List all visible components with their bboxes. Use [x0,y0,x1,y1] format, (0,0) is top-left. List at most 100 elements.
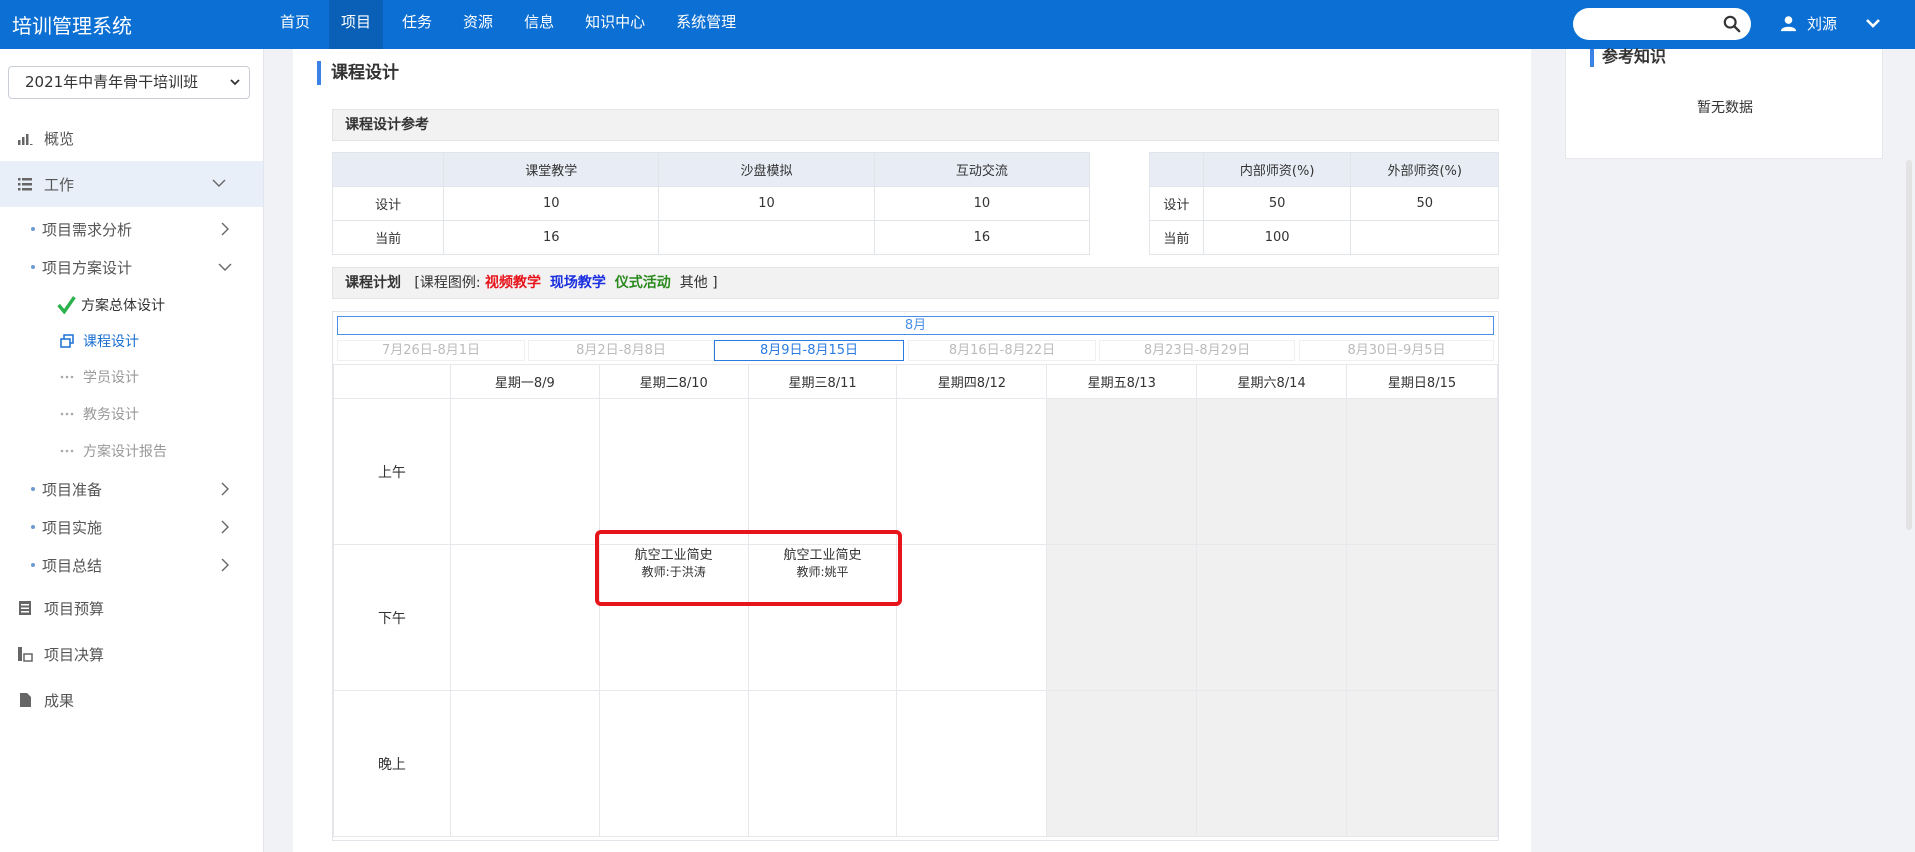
table-cell: 10 [873,186,1091,221]
class-select[interactable]: 2021年中青年骨干培训班 [8,66,250,99]
schedule-cell[interactable] [747,690,898,837]
schedule-cell[interactable] [598,398,749,545]
check-icon [57,296,76,314]
copy-icon [60,334,74,348]
nav-home[interactable]: 首页 [268,0,322,49]
sidebar-item-overview[interactable]: 概览 [0,115,263,161]
plan-section-header: 课程计划 [课程图例: 视频教学 现场教学 仪式活动 其他 ] [332,267,1499,299]
table-cell: 100 [1202,220,1352,255]
day-header: 星期六8/14 [1196,364,1348,399]
schedule-cell[interactable] [449,690,600,837]
ellipsis-icon [60,412,74,416]
schedule-row-evening: 晚上 [333,690,1498,837]
nav-info[interactable]: 信息 [512,0,566,49]
bullet-dot [31,227,35,231]
table-cell: 10 [443,186,660,221]
teacher-ratio-table: 内部师资(%) 外部师资(%) 设计 50 50 当前 100 [1149,152,1499,255]
ellipsis-icon [60,375,74,379]
sidebar-leaf-course[interactable]: 课程设计 [59,327,139,355]
sidebar-item-final[interactable]: 项目决算 [0,631,263,677]
schedule-cell[interactable] [747,398,898,545]
nav-system[interactable]: 系统管理 [664,0,748,49]
table-row: 设计 50 50 [1149,186,1499,221]
sidebar: 2021年中青年骨干培训班 概览 工作 项目需求分析 项目方案设计 方案总体设计… [0,49,264,852]
bullet-dot [31,265,35,269]
sidebar-item-prepare[interactable]: 项目准备 [31,473,231,505]
sidebar-leaf-report[interactable]: 方案设计报告 [59,437,167,465]
bar-chart-icon [18,134,33,145]
sidebar-item-summary[interactable]: 项目总结 [31,549,231,581]
schedule-cell-disabled [1346,690,1498,837]
sidebar-item-budget[interactable]: 项目预算 [0,585,263,631]
chevron-down-icon[interactable] [1865,15,1881,31]
sidebar-item-work[interactable]: 工作 [0,161,263,207]
search-icon[interactable] [1723,15,1741,33]
table-row: 当前 16 16 [331,220,1091,255]
class-select-value: 2021年中青年骨干培训班 [25,73,199,91]
sidebar-item-result[interactable]: 成果 [0,677,263,723]
course-schedule: 8月 7月26日-8月1日 8月2日-8月8日 8月9日-8月15日 8月16日… [332,311,1499,841]
legend-onsite: 现场教学 [549,275,606,291]
nav-resource[interactable]: 资源 [451,0,505,49]
week-tab[interactable]: 7月26日-8月1日 [337,340,525,361]
table-header: 内部师资(%) [1202,152,1352,187]
scrollbar[interactable] [1906,160,1912,530]
day-header: 星期二8/10 [598,364,749,399]
settlement-icon [18,647,33,662]
table-cell: 当前 [331,220,445,255]
chevron-down-icon [212,179,226,187]
schedule-cell[interactable] [598,690,749,837]
app-title: 培训管理系统 [12,14,132,38]
table-cell: 设计 [331,186,445,221]
course-reference-table: 课堂教学 沙盘模拟 互动交流 设计 10 10 10 当前 16 16 [331,152,1091,255]
bullet-dot [31,525,35,529]
schedule-cell[interactable] [449,398,600,545]
table-cell: 50 [1350,186,1499,221]
table-cell: 当前 [1149,220,1204,255]
sidebar-leaf-label: 学员设计 [83,370,139,386]
schedule-grid: 星期一8/9 星期二8/10 星期三8/11 星期四8/12 星期五8/13 星… [333,364,1498,837]
legend-other: 其他 [679,275,708,291]
nav-task[interactable]: 任务 [390,0,444,49]
sidebar-leaf-overall[interactable]: 方案总体设计 [57,291,165,319]
sidebar-item-demand[interactable]: 项目需求分析 [31,213,231,245]
file-icon [20,693,31,707]
nav-project[interactable]: 项目 [329,0,384,49]
schedule-cell[interactable] [896,544,1048,691]
reference-knowledge-panel: 参考知识 暂无数据 [1565,49,1883,159]
schedule-cell-disabled [1046,398,1198,545]
sidebar-leaf-label: 方案总体设计 [81,298,165,314]
schedule-cell-disabled [1346,544,1498,691]
main-nav: 首页 项目 任务 资源 信息 知识中心 系统管理 [268,0,755,49]
period-label: 晚上 [333,690,451,837]
user-name: 刘源 [1807,14,1838,33]
chevron-right-icon [221,520,229,534]
nav-knowledge[interactable]: 知识中心 [573,0,657,49]
sidebar-item-implement[interactable]: 项目实施 [31,511,231,543]
schedule-cell-disabled [1196,544,1348,691]
table-cell: 16 [873,220,1091,255]
reference-section-header: 课程设计参考 [332,109,1499,141]
user-menu[interactable]: 刘源 [1780,10,1881,36]
sidebar-leaf-student[interactable]: 学员设计 [59,363,139,391]
sidebar-item-plan[interactable]: 项目方案设计 [31,251,232,283]
week-tab[interactable]: 8月23日-8月29日 [1099,340,1295,361]
schedule-cell[interactable] [896,398,1048,545]
week-tab[interactable]: 8月16日-8月22日 [908,340,1096,361]
user-icon [1780,15,1797,31]
sidebar-leaf-affairs[interactable]: 教务设计 [59,400,139,428]
chevron-right-icon [221,482,229,496]
schedule-cell-disabled [1196,690,1348,837]
search-input[interactable] [1573,8,1751,40]
table-header: 互动交流 [873,152,1091,187]
schedule-cell[interactable] [449,544,600,691]
schedule-cell[interactable] [896,690,1048,837]
week-tab-active[interactable]: 8月9日-8月15日 [714,340,904,361]
chevron-right-icon [221,558,229,572]
chevron-down-icon [230,79,240,86]
legend-video: 视频教学 [485,275,541,291]
month-selector[interactable]: 8月 [337,316,1494,335]
period-label: 下午 [333,544,451,691]
week-tab[interactable]: 8月30日-9月5日 [1299,340,1494,361]
week-tab[interactable]: 8月2日-8月8日 [528,340,714,361]
